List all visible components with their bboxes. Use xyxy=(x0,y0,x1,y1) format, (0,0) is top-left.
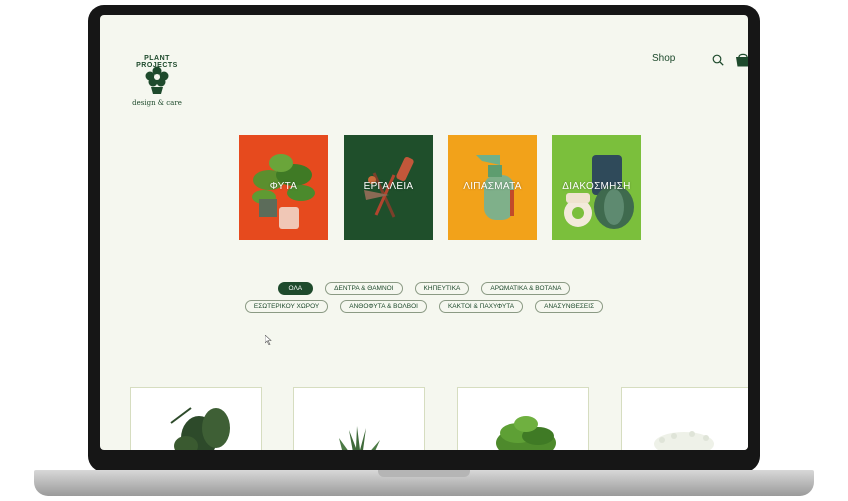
filter-row-2: ΕΣΩΤΕΡΙΚΟΥ ΧΩΡΟΥ ΑΝΘΟΦΥΤΑ & ΒΟΛΒΟΙ ΚΑΚΤΟ… xyxy=(100,300,748,313)
product-card[interactable] xyxy=(457,387,589,450)
category-label: ΛΙΠΑΣΜΑΤΑ xyxy=(463,181,522,192)
laptop-base-notch xyxy=(378,470,470,477)
filter-row-1: ΟΛΑ ΔΕΝΤΡΑ & ΘΑΜΝΟΙ ΚΗΠΕΥΤΙΚΑ ΑΡΩΜΑΤΙΚΑ … xyxy=(100,282,748,295)
product-image xyxy=(170,407,230,450)
filter-vegetables[interactable]: ΚΗΠΕΥΤΙΚΑ xyxy=(414,282,470,295)
filter-cacti-succulents[interactable]: ΚΑΚΤΟΙ & ΠΑΧΥΦΥΤΑ xyxy=(438,300,524,313)
category-label: ΕΡΓΑΛΕΙΑ xyxy=(363,181,414,192)
flower-pot-icon xyxy=(145,66,169,94)
filter-flowering-bulbs[interactable]: ΑΝΘΟΦΥΤΑ & ΒΟΛΒΟΙ xyxy=(340,300,427,313)
laptop-bezel xyxy=(100,450,748,470)
product-card[interactable] xyxy=(293,387,425,450)
category-tile-plants[interactable]: ΦΥΤΑ xyxy=(239,135,328,240)
product-image xyxy=(496,416,556,450)
filter-indoor[interactable]: ΕΣΩΤΕΡΙΚΟΥ ΧΩΡΟΥ xyxy=(244,300,329,313)
category-tile-fertilizers[interactable]: ΛΙΠΑΣΜΑΤΑ xyxy=(448,135,537,240)
filter-trees-shrubs[interactable]: ΔΕΝΤΡΑ & ΘΑΜΝΟΙ xyxy=(325,282,403,295)
website-screen: PLANT PROJECTS design & care Shop ΦΥΤΑ Ε… xyxy=(100,15,748,450)
product-card[interactable] xyxy=(130,387,262,450)
logo-tagline: design & care xyxy=(132,99,182,107)
mouse-cursor-icon xyxy=(265,335,272,345)
nav-shop-link[interactable]: Shop xyxy=(652,53,675,64)
filter-arrangements[interactable]: ΑΝΑΣΥΝΘΕΣΕΙΣ xyxy=(535,300,604,313)
category-label: ΦΥΤΑ xyxy=(269,181,298,192)
search-icon[interactable] xyxy=(712,54,724,66)
shopping-bag-icon[interactable] xyxy=(735,52,748,67)
product-card[interactable] xyxy=(621,387,748,450)
filter-all[interactable]: ΟΛΑ xyxy=(277,282,314,295)
category-label: ΔΙΑΚΟΣΜΗΣΗ xyxy=(562,181,631,192)
product-image xyxy=(339,426,380,450)
brand-logo[interactable]: PLANT PROJECTS design & care xyxy=(128,55,186,117)
category-tile-decoration[interactable]: ΔΙΑΚΟΣΜΗΣΗ xyxy=(552,135,641,240)
product-image xyxy=(654,431,714,450)
filter-aromatic-herbs[interactable]: ΑΡΩΜΑΤΙΚΑ & ΒΟΤΑΝΑ xyxy=(481,282,571,295)
category-tile-tools[interactable]: ΕΡΓΑΛΕΙΑ xyxy=(344,135,433,240)
